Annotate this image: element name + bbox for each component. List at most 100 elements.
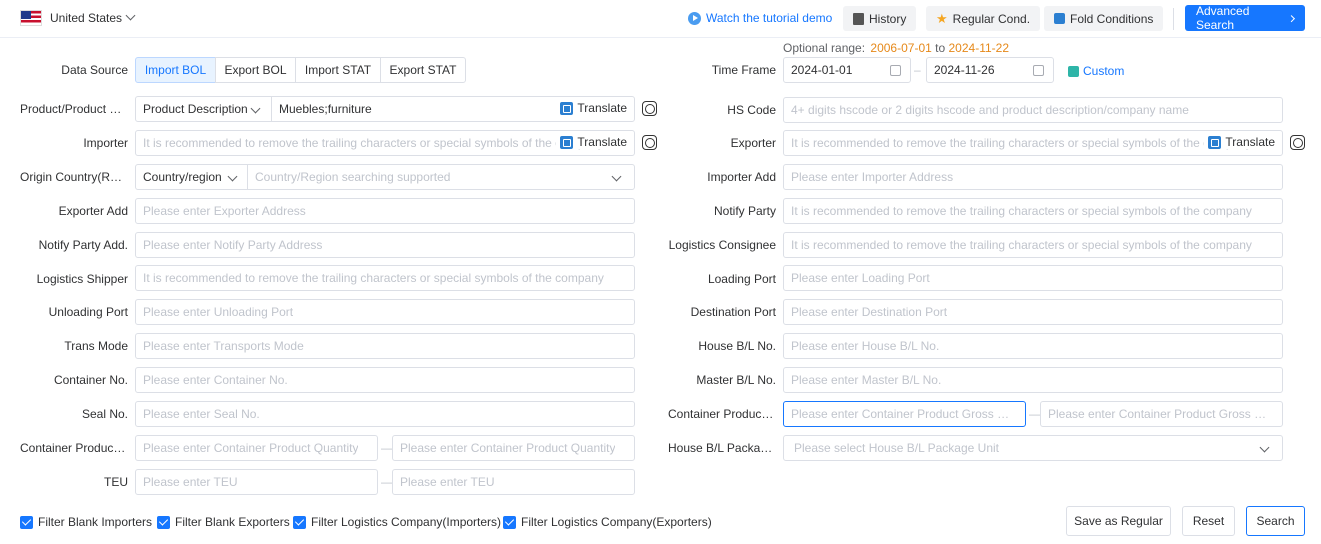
fold-icon [1054,13,1065,24]
trans-mode-input[interactable]: Please enter Transports Mode [135,333,635,359]
reset-button[interactable]: Reset [1182,506,1235,536]
unloading-port-label: Unloading Port [48,305,128,319]
play-icon [688,11,701,25]
translate-icon [560,135,574,149]
house-bl-input[interactable]: Please enter House B/L No. [783,333,1283,359]
history-toggle-icon[interactable] [642,101,657,116]
tutorial-link[interactable]: Watch the tutorial demo [688,11,832,25]
country-selector[interactable]: United States [50,11,122,25]
fold-conditions-button[interactable]: Fold Conditions [1044,6,1164,31]
custom-date-button[interactable]: Custom [1068,64,1124,78]
product-field-select[interactable]: Product Description [135,96,272,122]
destination-port-label: Destination Port [690,305,776,319]
exporter-add-label: Exporter Add [58,204,128,218]
translate-button[interactable]: Translate [1204,135,1275,149]
divider [1173,8,1174,30]
quantity-max-input[interactable]: Please enter Container Product Quantity [392,435,635,461]
chevron-down-icon [1259,442,1270,453]
teu-label: TEU [104,475,128,489]
translate-icon [1208,135,1222,149]
master-bl-label: Master B/L No. [696,373,776,387]
notify-party-add-label: Notify Party Add. [38,238,128,252]
teu-min-input[interactable]: Please enter TEU [135,469,378,495]
container-no-input[interactable]: Please enter Container No. [135,367,635,393]
filter-blank-exporters-checkbox[interactable]: Filter Blank Exporters [157,515,290,529]
us-flag-icon [20,10,42,26]
importer-add-label: Importer Add [707,170,776,184]
quantity-label: Container Product ... [20,441,128,455]
save-as-regular-button[interactable]: Save as Regular [1066,506,1171,536]
product-input[interactable]: Muebles;furniture Translate [271,96,635,122]
search-button[interactable]: Search [1246,506,1305,536]
history-button[interactable]: History [843,6,917,31]
quantity-min-input[interactable]: Please enter Container Product Quantity [135,435,378,461]
loading-port-input[interactable]: Please enter Loading Port [783,265,1283,291]
notify-party-address-input[interactable]: Please enter Notify Party Address [135,232,635,258]
trans-mode-label: Trans Mode [64,339,128,353]
seal-no-input[interactable]: Please enter Seal No. [135,401,635,427]
history-toggle-icon[interactable] [1290,135,1305,150]
house-bl-label: House B/L No. [698,339,776,353]
package-unit-select[interactable]: Please select House B/L Package Unit [783,435,1283,461]
exporter-input[interactable]: It is recommended to remove the trailing… [783,130,1283,156]
translate-button[interactable]: Translate [556,135,627,149]
date-to-input[interactable]: 2024-11-26 [926,57,1054,83]
tab-export-stat[interactable]: Export STAT [380,57,466,83]
notify-party-label: Notify Party [713,204,776,218]
origin-type-select[interactable]: Country/region [135,164,248,190]
master-bl-input[interactable]: Please enter Master B/L No. [783,367,1283,393]
exporter-address-input[interactable]: Please enter Exporter Address [135,198,635,224]
gross-weight-min-input[interactable]: Please enter Container Product Gross Wei… [783,401,1026,427]
checkbox-checked-icon [157,515,170,529]
package-unit-label: House B/L Packag... [668,441,776,455]
translate-button[interactable]: Translate [556,101,627,115]
logistics-shipper-input[interactable]: It is recommended to remove the trailing… [135,265,635,291]
chevron-down-icon [611,171,622,182]
chevron-down-icon[interactable] [125,10,136,21]
logistics-consignee-label: Logistics Consignee [668,238,776,252]
top-bar: United States Watch the tutorial demo Hi… [0,0,1321,38]
regular-conditions-button[interactable]: ★ Regular Cond. [926,6,1041,31]
chevron-down-icon [250,103,261,114]
date-from-input[interactable]: 2024-01-01 [783,57,911,83]
filter-blank-importers-checkbox[interactable]: Filter Blank Importers [20,515,152,529]
logistics-shipper-label: Logistics Shipper [36,272,128,286]
optional-range: Optional range: 2006-07-01 to 2024-11-22 [783,41,1009,55]
importer-input[interactable]: It is recommended to remove the trailing… [135,130,635,156]
exporter-label: Exporter [730,136,776,150]
tab-import-stat[interactable]: Import STAT [295,57,381,83]
gross-weight-label: Container Product ... [668,407,776,421]
seal-no-label: Seal No. [81,407,128,421]
filter-logistics-importers-checkbox[interactable]: Filter Logistics Company(Importers) [293,515,501,529]
teu-max-input[interactable]: Please enter TEU [392,469,635,495]
checkbox-checked-icon [503,515,516,529]
logistics-consignee-input[interactable]: It is recommended to remove the trailing… [783,232,1283,258]
loading-port-label: Loading Port [707,272,776,286]
origin-label: Origin Country(Regi... [20,170,128,184]
tab-import-bol[interactable]: Import BOL [135,57,216,83]
unloading-port-input[interactable]: Please enter Unloading Port [135,299,635,325]
hs-code-input[interactable]: 4+ digits hscode or 2 digits hscode and … [783,97,1283,123]
checkbox-checked-icon [293,515,306,529]
filter-logistics-exporters-checkbox[interactable]: Filter Logistics Company(Exporters) [503,515,712,529]
importer-address-input[interactable]: Please enter Importer Address [783,164,1283,190]
data-source-label: Data Source [61,63,128,77]
chevron-down-icon [227,171,238,182]
product-label: Product/Product De... [20,102,128,116]
history-toggle-icon[interactable] [642,135,657,150]
custom-icon [1068,65,1079,77]
gross-weight-max-input[interactable]: Please enter Container Product Gross Wei… [1040,401,1283,427]
hs-code-label: HS Code [727,103,776,117]
date-dash: – [914,63,921,77]
tab-export-bol[interactable]: Export BOL [215,57,296,83]
calendar-icon [890,65,901,76]
star-icon: ★ [936,10,948,26]
checkbox-checked-icon [20,515,33,529]
importer-label: Importer [83,136,128,150]
origin-country-input[interactable]: Country/Region searching supported [247,164,635,190]
chevron-right-icon [1288,14,1296,22]
destination-port-input[interactable]: Please enter Destination Port [783,299,1283,325]
advanced-search-button[interactable]: Advanced Search [1185,4,1305,32]
notify-party-input[interactable]: It is recommended to remove the trailing… [783,198,1283,224]
container-no-label: Container No. [53,373,128,387]
